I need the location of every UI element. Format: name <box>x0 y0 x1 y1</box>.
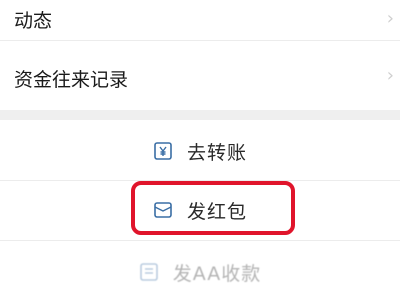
chevron-right-icon: › <box>386 65 394 86</box>
menu-item-label: 资金往来记录 <box>14 69 129 91</box>
divider <box>0 240 400 241</box>
transfer-label: 去转账 <box>186 141 247 164</box>
chevron-right-icon: › <box>386 8 394 29</box>
menu-item-fund-records[interactable]: 资金往来记录 › <box>0 41 400 110</box>
section-gap <box>0 110 400 120</box>
highlight-box <box>131 181 295 235</box>
transfer-button[interactable]: 去转账 <box>0 122 400 180</box>
menu-item-label: 动态 <box>14 10 53 32</box>
aa-collect-label: 发AA收款 <box>172 262 262 285</box>
aa-collect-button[interactable]: 发AA收款 <box>0 244 400 300</box>
menu-item-dynamics[interactable]: 动态 › <box>0 0 400 40</box>
transfer-yen-icon <box>154 142 172 160</box>
aa-collect-icon <box>139 263 158 281</box>
